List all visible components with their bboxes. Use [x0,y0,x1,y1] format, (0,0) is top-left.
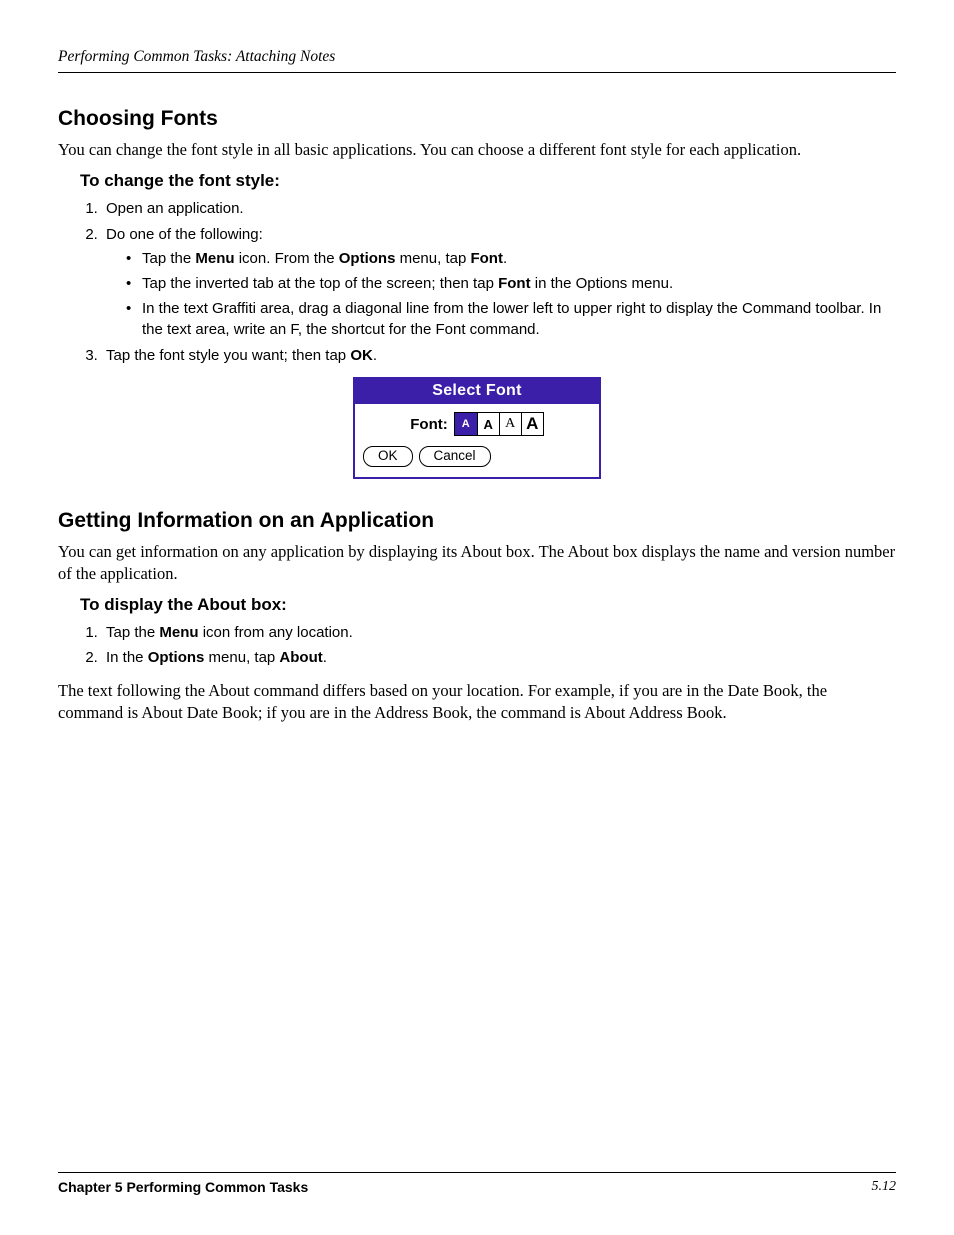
text: . [323,649,327,666]
heading-getting-info: Getting Information on an Application [58,509,896,533]
list-item: In the text Graffiti area, drag a diagon… [124,298,896,340]
list-item: Do one of the following: Tap the Menu ic… [102,223,896,340]
text: in the Options menu. [531,275,674,292]
font-option-4[interactable]: A [521,413,543,435]
paragraph: You can change the font style in all bas… [58,139,896,161]
font-option-2[interactable]: A [477,413,499,435]
bullet-list: Tap the Menu icon. From the Options menu… [124,248,896,340]
text: icon from any location. [199,624,353,641]
text: In the [106,649,148,666]
page-footer: Chapter 5 Performing Common Tasks 5.12 [58,1172,896,1195]
procedure-heading: To change the font style: [80,171,896,191]
text-bold: Menu [159,624,198,641]
text: Tap the font style you want; then tap [106,347,350,364]
running-header: Performing Common Tasks: Attaching Notes [58,48,896,73]
paragraph: You can get information on any applicati… [58,541,896,586]
text: . [373,347,377,364]
font-option-1[interactable]: A [455,413,477,435]
heading-choosing-fonts: Choosing Fonts [58,107,896,131]
text-bold: Options [148,649,205,666]
figure-select-font: Select Font Font: A A A A OK Cancel [58,377,896,479]
text: Tap the [106,624,159,641]
dialog-title: Select Font [355,379,599,404]
footer-page-number: 5.12 [872,1179,897,1195]
text-bold: Options [339,250,396,267]
list-item: Open an application. [102,197,896,220]
text: Tap the [142,250,195,267]
font-options: A A A A [454,412,544,436]
footer-chapter: Chapter 5 Performing Common Tasks [58,1179,308,1195]
dialog-select-font: Select Font Font: A A A A OK Cancel [353,377,601,479]
font-option-3[interactable]: A [499,413,521,435]
list-item: Tap the inverted tab at the top of the s… [124,273,896,294]
text-bold: Font [498,275,530,292]
text: icon. From the [235,250,339,267]
text-bold: About [279,649,322,666]
cancel-button[interactable]: Cancel [419,446,491,467]
paragraph: The text following the About command dif… [58,680,896,725]
text-bold: Font [470,250,502,267]
list-item: Tap the Menu icon. From the Options menu… [124,248,896,269]
ok-button[interactable]: OK [363,446,413,467]
text-bold: Menu [195,250,234,267]
list-item: Tap the font style you want; then tap OK… [102,344,896,367]
text: Tap the inverted tab at the top of the s… [142,275,498,292]
ordered-list: Tap the Menu icon from any location. In … [80,621,896,670]
list-item: Tap the Menu icon from any location. [102,621,896,644]
ordered-list: Open an application. Do one of the follo… [80,197,896,367]
text: . [503,250,507,267]
procedure-heading: To display the About box: [80,595,896,615]
text: menu, tap [204,649,279,666]
text-bold: OK [350,347,373,364]
list-text: Do one of the following: [106,226,263,243]
list-item: In the Options menu, tap About. [102,646,896,669]
text: menu, tap [395,250,470,267]
font-label: Font: [410,416,447,433]
